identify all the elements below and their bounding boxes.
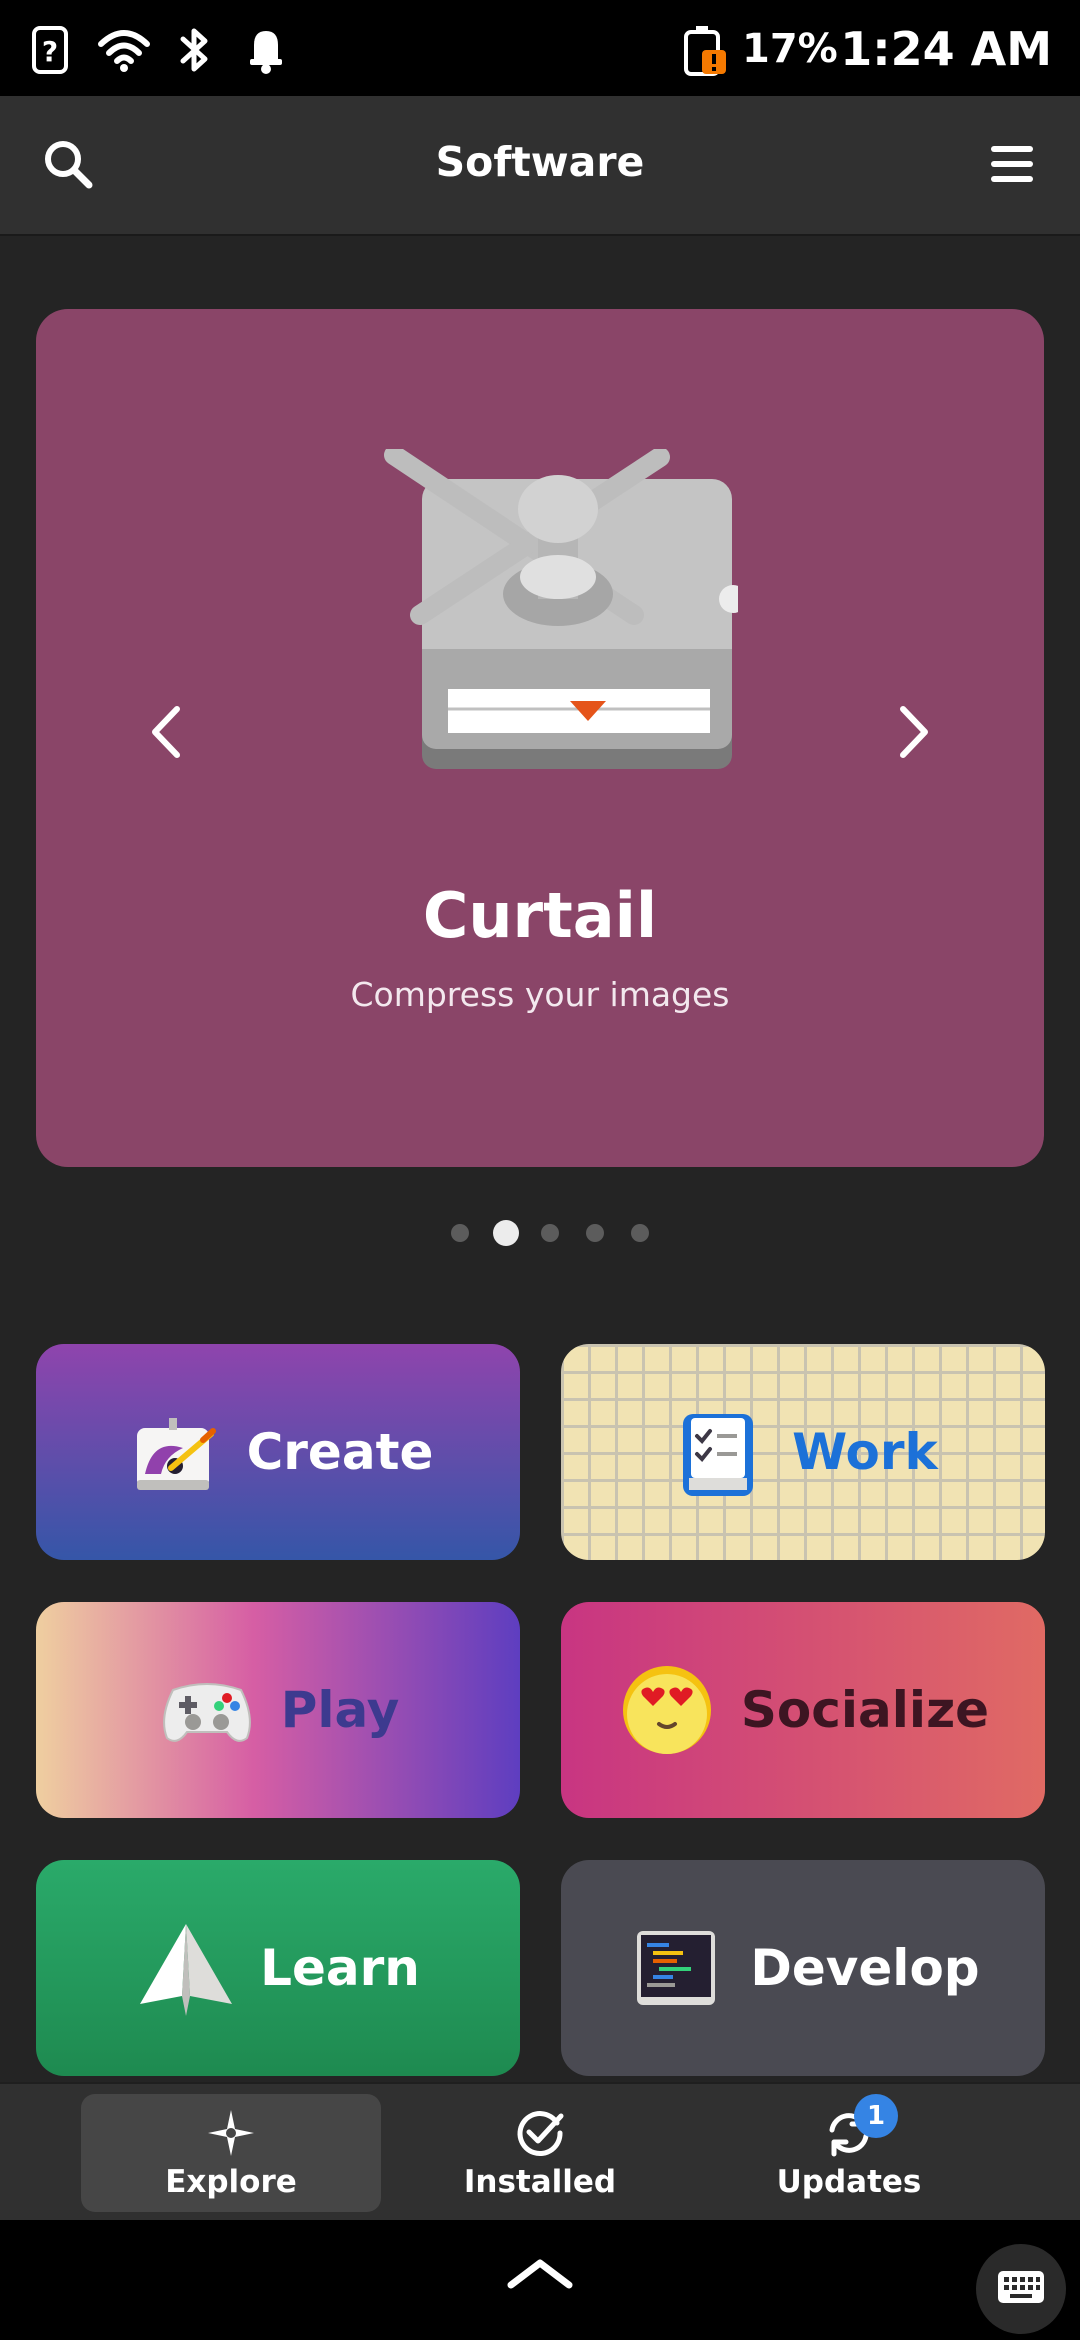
tab-explore-label: Explore xyxy=(165,2164,297,2200)
category-develop[interactable]: Develop xyxy=(561,1860,1045,2076)
page-title: Software xyxy=(435,138,645,186)
paint-easel-icon xyxy=(123,1402,223,1502)
heart-eyes-emoji-icon xyxy=(617,1660,717,1760)
main-menu-button[interactable] xyxy=(972,126,1052,206)
tab-updates[interactable]: 1 Updates xyxy=(699,2094,999,2212)
gamepad-icon xyxy=(157,1660,257,1760)
featured-app-summary: Compress your images xyxy=(350,975,730,1014)
carousel-previous-button[interactable] xyxy=(136,689,196,779)
tab-explore[interactable]: Explore xyxy=(81,2094,381,2212)
curtail-app-icon xyxy=(384,449,738,769)
carousel-dot[interactable] xyxy=(451,1224,469,1242)
category-work[interactable]: Work xyxy=(561,1344,1045,1560)
alarm-bell-icon xyxy=(244,24,288,76)
battery-percent: 17% xyxy=(742,26,838,72)
category-label: Develop xyxy=(750,1939,980,1997)
chevron-up-icon xyxy=(505,2255,575,2295)
category-label: Learn xyxy=(260,1939,420,1997)
category-play[interactable]: Play xyxy=(36,1602,520,1818)
unknown-sim-icon: ? xyxy=(28,24,72,76)
category-learn[interactable]: Learn xyxy=(36,1860,520,2076)
status-bar: ? 17% 1:24 AM xyxy=(0,0,1080,96)
tab-updates-label: Updates xyxy=(776,2164,922,2200)
paper-plane-icon xyxy=(136,1918,236,2018)
category-label: Work xyxy=(792,1423,938,1481)
chevron-left-icon xyxy=(149,705,183,763)
carousel-page-indicator xyxy=(0,1220,1080,1246)
battery-icon xyxy=(680,24,730,76)
featured-carousel-card[interactable]: Curtail Compress your images xyxy=(36,309,1044,1167)
installed-check-icon xyxy=(390,2108,690,2158)
category-create[interactable]: Create xyxy=(36,1344,520,1560)
keyboard-toggle-button[interactable] xyxy=(976,2244,1066,2334)
updates-refresh-icon xyxy=(699,2108,999,2158)
carousel-dot[interactable] xyxy=(541,1224,559,1242)
status-time: 1:24 AM xyxy=(840,22,1052,76)
category-label: Create xyxy=(246,1423,434,1481)
svg-text:?: ? xyxy=(42,35,58,68)
tab-installed-label: Installed xyxy=(463,2164,617,2200)
bottom-view-switcher: Explore Installed 1 Updates xyxy=(0,2082,1080,2222)
chevron-right-icon xyxy=(897,705,931,763)
category-label: Play xyxy=(280,1681,400,1739)
category-socialize[interactable]: Socialize xyxy=(561,1602,1045,1818)
system-gesture-bar xyxy=(0,2220,1080,2340)
carousel-next-button[interactable] xyxy=(884,689,944,779)
keyboard-icon xyxy=(996,2269,1046,2309)
category-label: Socialize xyxy=(740,1681,990,1739)
tab-installed[interactable]: Installed xyxy=(390,2094,690,2212)
wifi-icon xyxy=(96,24,152,76)
updates-count-badge: 1 xyxy=(854,2094,898,2138)
explore-star-icon xyxy=(81,2108,381,2158)
header-bar: Software xyxy=(0,96,1080,236)
featured-app-name: Curtail xyxy=(422,879,658,952)
bluetooth-icon xyxy=(174,24,214,76)
checklist-clipboard-icon xyxy=(668,1402,768,1502)
carousel-dot[interactable] xyxy=(631,1224,649,1242)
carousel-dot[interactable] xyxy=(586,1224,604,1242)
terminal-code-icon xyxy=(626,1918,726,2018)
carousel-dot-active[interactable] xyxy=(493,1220,519,1246)
hamburger-menu-icon xyxy=(989,144,1035,188)
home-chevron-button[interactable] xyxy=(500,2250,580,2300)
